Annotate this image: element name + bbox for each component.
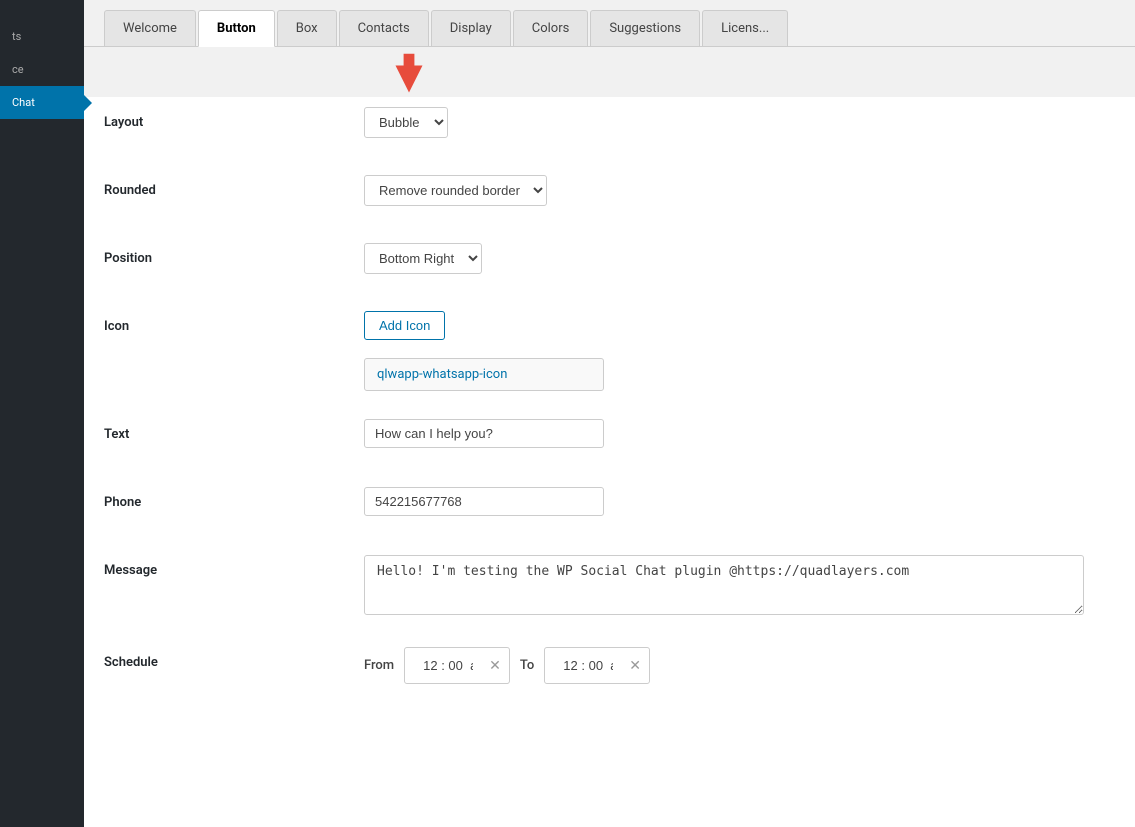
tab-colors[interactable]: Colors — [513, 10, 589, 46]
message-textarea[interactable]: Hello! I'm testing the WP Social Chat pl… — [364, 555, 1084, 615]
position-select[interactable]: Bottom Right Bottom Left Top Right Top L… — [364, 243, 482, 274]
icon-name-field: qlwapp-whatsapp-icon — [364, 358, 604, 391]
phone-row: Phone — [104, 487, 1115, 527]
main-content: Welcome Button Box Contacts Display Colo… — [84, 0, 1135, 827]
text-input[interactable] — [364, 419, 604, 448]
arrow-indicator — [84, 47, 1135, 97]
sidebar-item-ts[interactable]: ts — [0, 20, 84, 53]
add-icon-button[interactable]: Add Icon — [364, 311, 445, 340]
schedule-row: Schedule From ✕ To ✕ — [104, 647, 1115, 687]
icon-label: Icon — [104, 311, 364, 334]
layout-select[interactable]: Bubble Classic Full — [364, 107, 448, 138]
from-time-input[interactable] — [413, 652, 483, 679]
from-time-close-icon[interactable]: ✕ — [489, 658, 501, 674]
position-row: Position Bottom Right Bottom Left Top Ri… — [104, 243, 1115, 283]
layout-label: Layout — [104, 107, 364, 130]
tab-box[interactable]: Box — [277, 10, 337, 46]
from-label: From — [364, 658, 394, 673]
sidebar-ts-label: ts — [12, 30, 21, 43]
phone-input[interactable] — [364, 487, 604, 516]
tabs-bar: Welcome Button Box Contacts Display Colo… — [84, 0, 1135, 47]
sidebar-item-chat[interactable]: Chat — [0, 86, 84, 119]
sidebar-ce-label: ce — [12, 63, 24, 76]
layout-row: Layout Bubble Classic Full — [104, 107, 1115, 147]
icon-row: Icon Add Icon qlwapp-whatsapp-icon — [104, 311, 1115, 391]
text-row: Text — [104, 419, 1115, 459]
rounded-control: Remove rounded border Small Medium Large… — [364, 175, 1115, 206]
schedule-inputs: From ✕ To ✕ — [364, 647, 1115, 684]
sidebar-chat-label: Chat — [12, 96, 35, 109]
sidebar: ts ce Chat — [0, 0, 84, 827]
text-control — [364, 419, 1115, 448]
schedule-label: Schedule — [104, 647, 364, 670]
tab-contacts[interactable]: Contacts — [339, 10, 429, 46]
to-time-close-icon[interactable]: ✕ — [629, 658, 641, 674]
tab-suggestions[interactable]: Suggestions — [590, 10, 700, 46]
rounded-row: Rounded Remove rounded border Small Medi… — [104, 175, 1115, 215]
from-time-wrap: ✕ — [404, 647, 510, 684]
to-time-input[interactable] — [553, 652, 623, 679]
sidebar-item-ce[interactable]: ce — [0, 53, 84, 86]
message-control: Hello! I'm testing the WP Social Chat pl… — [364, 555, 1115, 619]
position-control: Bottom Right Bottom Left Top Right Top L… — [364, 243, 1115, 274]
tab-licens[interactable]: Licens... — [702, 10, 788, 46]
phone-label: Phone — [104, 487, 364, 510]
phone-control — [364, 487, 1115, 516]
tab-button[interactable]: Button — [198, 10, 275, 47]
to-time-wrap: ✕ — [544, 647, 650, 684]
message-label: Message — [104, 555, 364, 578]
rounded-label: Rounded — [104, 175, 364, 198]
tab-welcome[interactable]: Welcome — [104, 10, 196, 46]
rounded-select[interactable]: Remove rounded border Small Medium Large… — [364, 175, 547, 206]
form-wrapper: Layout Bubble Classic Full Rounded Remov… — [84, 97, 1135, 827]
to-label: To — [520, 658, 534, 673]
schedule-control: From ✕ To ✕ — [364, 647, 1115, 684]
text-label: Text — [104, 419, 364, 442]
icon-control: Add Icon qlwapp-whatsapp-icon — [364, 311, 1115, 391]
layout-control: Bubble Classic Full — [364, 107, 1115, 138]
tab-display[interactable]: Display — [431, 10, 511, 46]
position-label: Position — [104, 243, 364, 266]
message-row: Message Hello! I'm testing the WP Social… — [104, 555, 1115, 619]
